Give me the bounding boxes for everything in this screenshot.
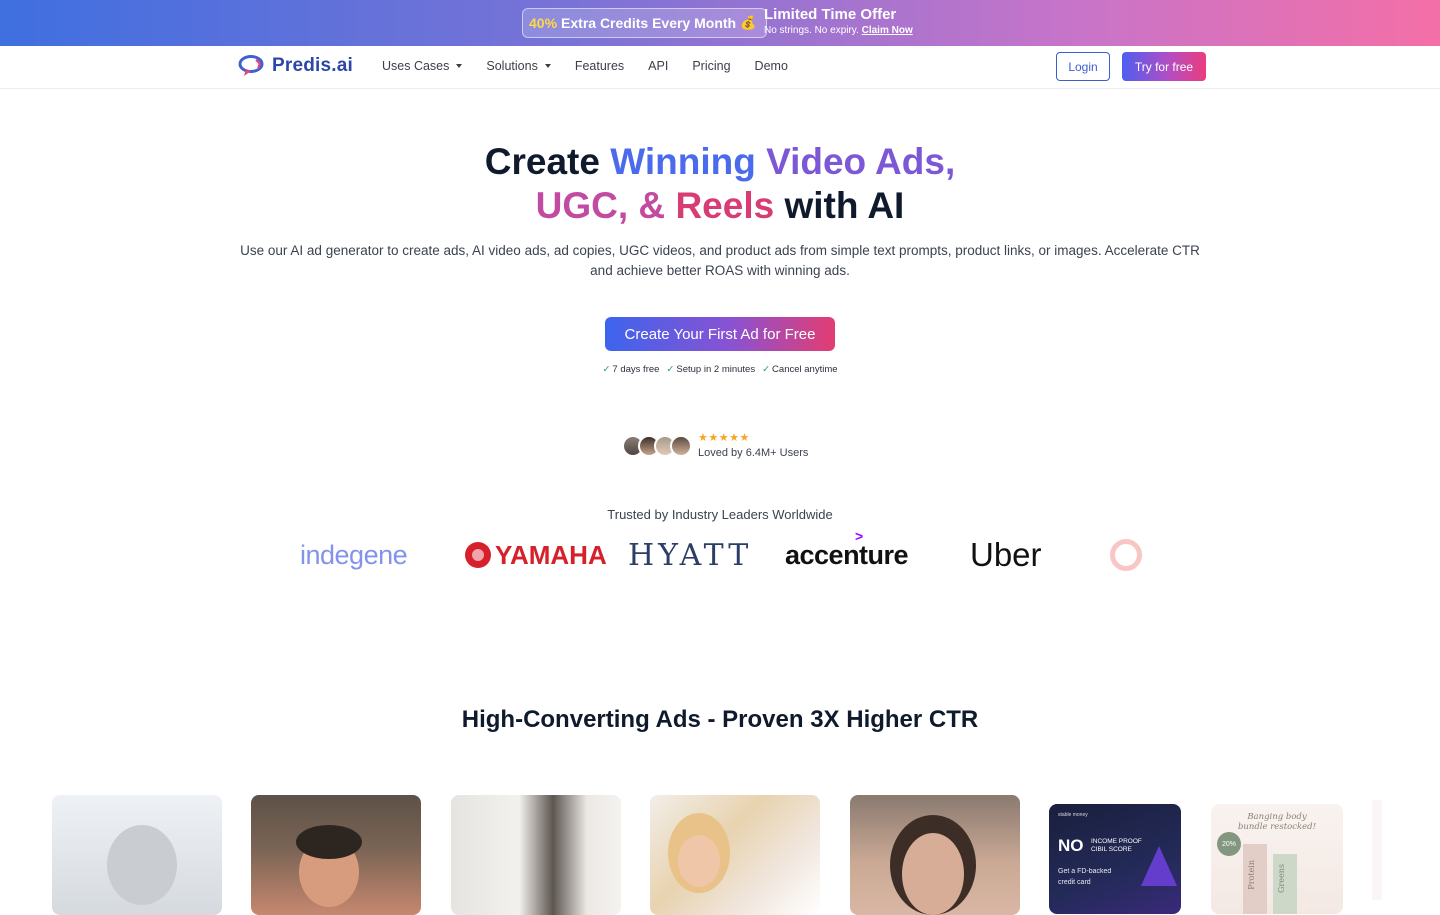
ad-head-line: Banging body [1247,812,1307,822]
benefit-label: Setup in 2 minutes [676,364,756,375]
vodafone-logo-icon [1110,539,1142,571]
hero-title-word: Reels [675,185,775,226]
section-title: High-Converting Ads - Proven 3X Higher C… [461,706,979,733]
logo[interactable]: Predis.ai [238,54,353,78]
ad-subline: CIBIL SCORE [1090,846,1132,853]
hero-title-word: Winning [610,141,756,182]
hero-title-word: Create [484,141,600,182]
hero-title: Create Winning Video Ads, UGC, & Reels w… [0,140,1440,228]
promo-banner[interactable]: 40% Extra Credits Every Month 💰 Limited … [0,0,1440,46]
login-button[interactable]: Login [1056,52,1110,81]
check-icon: ✓ [762,364,771,375]
avatar [670,435,692,457]
yamaha-logo: YAMAHA [465,530,607,580]
yamaha-emblem-icon [465,542,491,568]
indegene-logo: indegene [300,539,408,570]
hero-title-word: Video Ads, [766,141,956,182]
promo-pill-text: Extra Credits Every Month [561,15,737,31]
try-for-free-button[interactable]: Try for free [1122,52,1206,81]
video-card[interactable] [52,795,222,915]
video-card[interactable] [650,795,820,915]
product-label: Greens [1277,864,1286,893]
accenture-logo: > accenture [785,528,909,580]
yamaha-text: YAMAHA [495,539,607,570]
nav-label: API [648,59,669,73]
logo-icon [238,55,264,76]
benefit-item: ✓ Setup in 2 minutes [666,364,755,375]
hero-title-word: UGC, & [535,185,666,226]
nav-features[interactable]: Features [575,59,624,73]
star-rating-icon: ★★★★★ [698,432,750,444]
chevron-down-icon [456,64,463,68]
carousel-edge [1372,800,1382,900]
nav-pricing[interactable]: Pricing [692,59,730,73]
nav-api[interactable]: API [648,59,668,73]
rating-block: ★★★★★ Loved by 6.4M+ Users [698,432,809,460]
promo-percent: 40% [529,15,558,31]
ad-headline: NO [1058,836,1084,855]
nav-label: Features [574,59,625,73]
nav-solutions[interactable]: Solutions [486,59,551,73]
person-face [678,835,720,887]
loved-by-text: Loved by 6.4M+ Users [698,447,809,459]
hyatt-logo: HYATT [628,537,753,573]
accenture-chevron-icon: > [855,528,863,544]
video-card-protein[interactable]: Banging body bundle restocked! 20% Protei… [1211,804,1343,914]
ad-head-line: bundle restocked! [1237,822,1317,832]
top-nav: Predis.ai Uses Cases Solutions Features … [0,46,1440,89]
ad-headline: Banging body bundle restocked! [1219,812,1335,832]
benefit-item: ✓ Cancel anytime [762,364,837,375]
nav-demo[interactable]: Demo [755,59,788,73]
benefit-label: Cancel anytime [772,364,838,375]
claim-now-link[interactable]: Claim Now [862,25,913,36]
promo-text: Limited Time Offer No strings. No expiry… [764,6,913,38]
hero-title-word: with AI [784,185,905,226]
ad-copy-line: Get a FD-backed [1058,868,1112,875]
person-thumbnail [107,825,177,905]
check-icon: ✓ [602,364,611,375]
create-first-ad-button[interactable]: Create Your First Ad for Free [605,317,835,351]
video-card[interactable] [451,795,621,915]
uber-logo: Uber [970,536,1042,573]
promo-subtitle: No strings. No expiry. Claim Now [764,24,913,38]
person-thumbnail [902,833,964,915]
video-card-stable-money[interactable]: stable money NO INCOME PROOF CIBIL SCORE … [1049,804,1181,914]
product-label: Protein [1247,860,1256,890]
benefit-item: ✓ 7 days free [602,364,659,375]
money-bag-icon: 💰 [740,15,757,30]
main-menu: Uses Cases Solutions Features API Pricin… [382,59,788,73]
hero-subtitle: Use our AI ad generator to create ads, A… [240,243,1200,278]
check-icon: ✓ [666,364,675,375]
person-hair [296,825,362,859]
ad-brand: stable money [1058,812,1088,818]
ad-copy-line: credit card [1058,879,1091,886]
video-card[interactable] [850,795,1020,915]
ad-subheadline: INCOME PROOF CIBIL SCORE [1091,838,1142,854]
trusted-title: Trusted by Industry Leaders Worldwide [607,507,833,522]
nav-label: Uses Cases [382,59,450,73]
social-proof: ★★★★★ Loved by 6.4M+ Users [622,433,808,459]
promo-sub-text: No strings. No expiry. [764,25,859,36]
nav-label: Pricing [692,59,731,73]
brand-logos: indegene YAMAHA HYATT > accenture Uber [290,528,1170,580]
logo-text: Predis.ai [272,55,354,76]
nav-label: Solutions [486,59,538,73]
promo-title: Limited Time Offer [764,6,897,23]
discount-badge: 20% [1217,832,1241,856]
nav-uses-cases[interactable]: Uses Cases [382,59,463,73]
benefit-checks: ✓ 7 days free ✓ Setup in 2 minutes ✓ Cancel… [0,364,1440,375]
card-graphic [1141,846,1177,886]
chevron-down-icon [544,64,551,68]
promo-pill[interactable]: 40% Extra Credits Every Month 💰 [522,8,768,38]
nav-label: Demo [754,59,788,73]
accenture-text: accenture [785,539,909,570]
ad-subline: INCOME PROOF [1090,838,1142,845]
video-card[interactable] [251,795,421,915]
user-avatars [622,435,692,457]
benefit-label: 7 days free [612,364,660,375]
